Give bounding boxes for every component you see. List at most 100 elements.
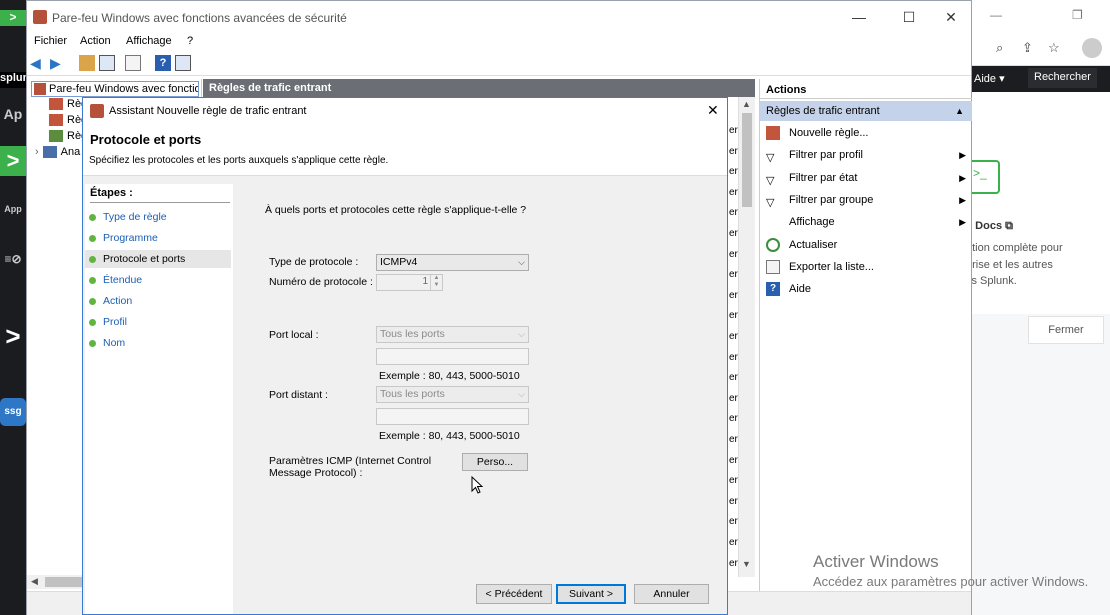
step-item[interactable]: Protocole et ports [85, 250, 231, 268]
previous-button[interactable]: < Précédent [476, 584, 552, 604]
menu-file[interactable]: Fichier [34, 35, 67, 47]
card-line: its Splunk. [966, 275, 1017, 287]
rule-row-fragment: er [729, 475, 738, 487]
rule-row-fragment: er [729, 269, 738, 281]
chevron-down-icon: ⌵ [518, 257, 525, 267]
minimize-icon[interactable]: — [849, 7, 869, 27]
new-rule-wizard: Assistant Nouvelle règle de trafic entra… [82, 97, 728, 615]
menu-action[interactable]: Action [80, 35, 111, 47]
action-item[interactable]: Actualiser [760, 235, 972, 255]
local-port-input[interactable] [376, 348, 529, 365]
maximize-icon[interactable]: ☐ [899, 7, 919, 27]
background-tile: > [0, 10, 26, 26]
submenu-arrow-icon: ▶ [959, 172, 966, 183]
activation-watermark-title: Activer Windows [813, 552, 939, 571]
local-port-value: Tous les ports [380, 328, 445, 340]
scroll-up-icon[interactable]: ▲ [742, 99, 751, 109]
icmp-custom-button[interactable]: Perso... [462, 453, 528, 471]
wizard-heading: Protocole et ports [90, 132, 202, 147]
background-tile: > [0, 146, 26, 176]
tree-node-label: Ana [60, 146, 81, 158]
splunk-navbar: Aide ▾ Rechercher [970, 66, 1110, 92]
rule-row-fragment: er [729, 331, 738, 342]
close-icon[interactable]: ✕ [941, 7, 961, 27]
rule-row-fragment: er [729, 434, 738, 445]
remote-port-select[interactable]: Tous les ports ⌵ [376, 386, 529, 403]
profile-avatar[interactable] [1082, 38, 1102, 58]
search-button[interactable]: Rechercher [1028, 68, 1097, 88]
help-icon[interactable]: ? [155, 55, 171, 71]
action-pane-icon[interactable] [175, 55, 191, 71]
monitoring-icon [42, 146, 57, 159]
close-card-button[interactable]: Fermer [1028, 316, 1104, 344]
export-icon[interactable] [125, 55, 141, 71]
menu-help[interactable]: ? [187, 35, 193, 47]
protocol-number-value: 1 [422, 276, 428, 287]
step-label: Nom [103, 337, 126, 349]
minimize-icon[interactable]: — [990, 8, 1002, 22]
protocol-type-select[interactable]: ICMPv4 ⌵ [376, 254, 529, 271]
step-item[interactable]: Profil [85, 313, 231, 331]
step-label: Action [103, 295, 133, 307]
expand-icon[interactable]: › [35, 146, 39, 158]
restore-icon[interactable]: ❐ [1072, 8, 1083, 22]
back-icon[interactable]: ◀ [30, 55, 46, 71]
remote-port-input[interactable] [376, 408, 529, 425]
actions-header: Actions [760, 81, 972, 99]
background-app-sidebar: > splun Ap > App ≡⊘ > ssg [0, 0, 29, 615]
local-port-example: Exemple : 80, 443, 5000-5010 [379, 370, 520, 382]
rule-row-fragment: er [729, 392, 738, 404]
export-icon [766, 259, 780, 274]
scroll-thumb[interactable] [742, 113, 752, 207]
scroll-thumb[interactable] [45, 577, 83, 587]
tree-root-label: Pare-feu Windows avec fonctio [49, 83, 199, 95]
step-item[interactable]: Action [85, 292, 231, 310]
tree-node-monitoring[interactable]: › Ana [35, 146, 81, 159]
collapse-icon[interactable]: ▲ [955, 101, 964, 121]
action-label: Exporter la liste... [789, 260, 874, 273]
action-label: Nouvelle règle... [789, 127, 869, 139]
close-icon[interactable]: ✕ [707, 102, 719, 119]
step-bullet-icon [89, 214, 96, 221]
browser-chrome: — ❐ ⌕ ⇪ ☆ [970, 0, 1110, 66]
cancel-button[interactable]: Annuler [634, 584, 709, 604]
action-item[interactable]: ▽ Filtrer par groupe ▶ [760, 190, 972, 210]
wizard-header: Protocole et ports Spécifiez les protoco… [83, 124, 727, 176]
action-item[interactable]: Affichage ▶ [760, 212, 972, 232]
scroll-down-icon[interactable]: ▼ [742, 559, 751, 569]
submenu-arrow-icon: ▶ [959, 150, 966, 161]
action-item[interactable]: ▽ Filtrer par état ▶ [760, 168, 972, 188]
action-label: Actualiser [789, 238, 838, 251]
menu-view[interactable]: Affichage [126, 35, 172, 47]
zoom-icon[interactable]: ⌕ [996, 40, 1003, 56]
step-bullet-icon [89, 277, 96, 284]
action-item[interactable]: Nouvelle règle... [760, 123, 972, 143]
action-label: Filtrer par profil [789, 149, 863, 162]
action-item[interactable]: Exporter la liste... [760, 257, 972, 277]
menu-bar: Fichier Action Affichage ? [27, 33, 971, 51]
action-item[interactable]: ? Aide [760, 279, 972, 299]
forward-icon[interactable]: ▶ [50, 55, 66, 71]
share-icon[interactable]: ⇪ [1022, 40, 1033, 56]
spinner-icon[interactable]: ▲ ▼ [430, 275, 442, 290]
scroll-left-icon[interactable]: ◀ [31, 576, 38, 587]
center-vertical-scrollbar[interactable]: ▲ ▼ [738, 97, 755, 577]
actions-section[interactable]: Règles de trafic entrant ▲ [760, 101, 972, 121]
star-icon[interactable]: ☆ [1048, 40, 1060, 56]
up-folder-icon[interactable] [79, 55, 95, 71]
step-item[interactable]: Nom [85, 334, 231, 352]
step-item[interactable]: Étendue [85, 271, 231, 289]
new-rule-icon [766, 126, 780, 140]
tree-root[interactable]: Pare-feu Windows avec fonctio [31, 81, 199, 97]
step-item[interactable]: Type de règle [85, 208, 231, 226]
protocol-number-stepper[interactable]: 1 ▲ ▼ [376, 274, 443, 291]
show-tree-icon[interactable] [99, 55, 115, 71]
help-menu[interactable]: Aide ▾ [974, 72, 1005, 85]
steps-panel: Étapes : Type de règle Programme Protocole… [85, 184, 233, 614]
rule-row-fragment: er [729, 516, 738, 528]
local-port-select[interactable]: Tous les ports ⌵ [376, 326, 529, 343]
step-item[interactable]: Programme [85, 229, 231, 247]
action-item[interactable]: ▽ Filtrer par profil ▶ [760, 145, 972, 165]
rule-row-fragment: er [729, 145, 738, 157]
next-button[interactable]: Suivant > [556, 584, 626, 604]
